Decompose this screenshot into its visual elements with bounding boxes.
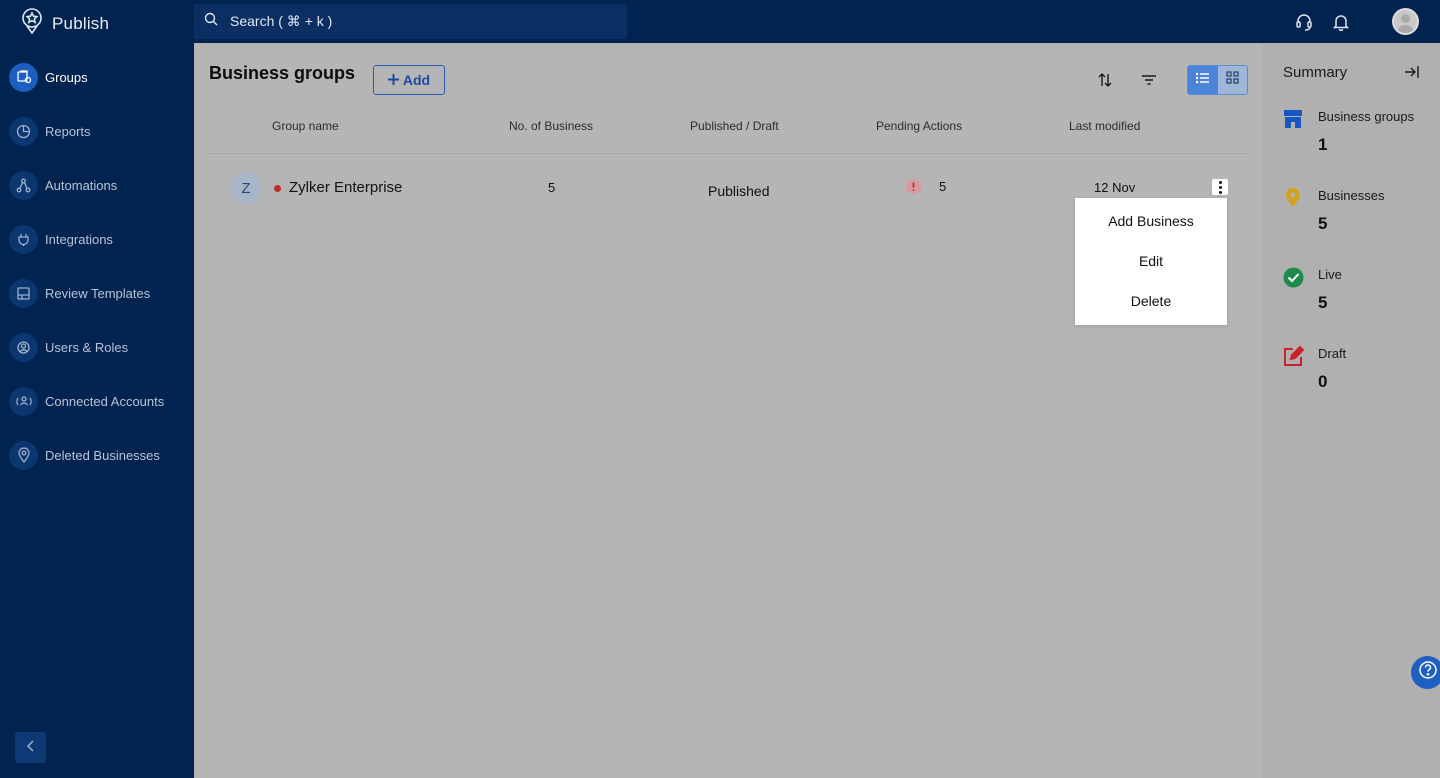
- help-question-icon: [1418, 660, 1438, 685]
- more-options-icon[interactable]: [1212, 179, 1228, 195]
- sidebar-item-review-templates[interactable]: Review Templates: [0, 273, 194, 313]
- summary-label-live: Live: [1318, 267, 1342, 282]
- deleted-businesses-icon: [9, 440, 38, 470]
- page-title: Business groups: [209, 63, 356, 83]
- top-bar: Publish Search ( ⌘ + k ): [0, 0, 1440, 43]
- search-input[interactable]: Search ( ⌘ + k ): [194, 4, 627, 39]
- grid-icon: [1226, 71, 1239, 89]
- add-button-label: Add: [402, 72, 431, 88]
- search-placeholder: Search ( ⌘ + k ): [230, 13, 333, 29]
- menu-item-edit[interactable]: Edit: [1075, 253, 1227, 269]
- sidebar-item-connected-accounts[interactable]: Connected Accounts: [0, 381, 194, 421]
- status-dot: [274, 185, 281, 192]
- sidebar-item-label: Users & Roles: [45, 339, 129, 355]
- menu-item-delete[interactable]: Delete: [1075, 293, 1227, 309]
- publish-status: Published: [708, 183, 770, 199]
- column-header-no-of-business: No. of Business: [509, 119, 594, 133]
- groups-icon: [9, 62, 38, 92]
- view-toggle: [1187, 65, 1248, 95]
- sidebar-item-users-roles[interactable]: Users & Roles: [0, 327, 194, 367]
- list-view-button[interactable]: [1188, 66, 1218, 94]
- business-count: 5: [548, 180, 556, 195]
- column-header-group-name: Group name: [272, 119, 339, 133]
- collapse-sidebar-button[interactable]: [15, 732, 46, 763]
- app-name: Publish: [52, 13, 110, 33]
- summary-label-businesses: Businesses: [1318, 188, 1385, 203]
- check-circle-icon: [1282, 266, 1304, 288]
- filter-icon[interactable]: [1138, 69, 1160, 91]
- menu-item-add-business[interactable]: Add Business: [1075, 213, 1227, 229]
- column-header-published-draft: Published / Draft: [690, 119, 779, 133]
- pending-count: 5: [939, 179, 947, 194]
- sidebar-item-label: Groups: [45, 69, 88, 85]
- summary-title: Summary: [1283, 64, 1348, 81]
- table-header-divider: [207, 153, 1248, 154]
- column-header-last-modified: Last modified: [1069, 119, 1141, 133]
- list-icon: [1195, 71, 1210, 89]
- last-modified-date: 12 Nov: [1094, 180, 1136, 195]
- sidebar-item-integrations[interactable]: Integrations: [0, 219, 194, 259]
- group-name[interactable]: Zylker Enterprise: [289, 179, 402, 196]
- summary-label-business-groups: Business groups: [1318, 109, 1415, 124]
- sidebar-item-label: Connected Accounts: [45, 393, 165, 409]
- notification-bell-icon[interactable]: [1330, 11, 1352, 33]
- support-headset-icon[interactable]: [1293, 11, 1315, 33]
- edit-square-icon: [1282, 345, 1304, 367]
- connected-accounts-icon: [9, 386, 38, 416]
- group-initial-avatar: Z: [230, 172, 262, 204]
- sidebar-item-label: Review Templates: [45, 285, 151, 301]
- grid-view-button[interactable]: [1217, 66, 1247, 94]
- summary-value-business-groups: 1: [1318, 135, 1328, 154]
- user-avatar[interactable]: [1392, 8, 1419, 35]
- sidebar: Groups Reports Automations Integrations …: [0, 43, 194, 778]
- plus-icon: [387, 72, 399, 88]
- sidebar-item-deleted-businesses[interactable]: Deleted Businesses: [0, 435, 194, 475]
- sidebar-item-groups[interactable]: Groups: [0, 57, 194, 97]
- main-content: Business groups Add Group name No. of Bu…: [194, 43, 1262, 778]
- help-button[interactable]: [1411, 656, 1440, 689]
- users-roles-icon: [9, 332, 38, 362]
- summary-value-draft: 0: [1318, 372, 1328, 391]
- integrations-icon: [9, 224, 38, 254]
- sidebar-item-label: Deleted Businesses: [45, 447, 160, 463]
- collapse-panel-icon[interactable]: [1403, 63, 1421, 81]
- sidebar-item-label: Integrations: [45, 231, 113, 247]
- publish-logo-icon: [20, 7, 44, 40]
- automations-icon: [9, 170, 38, 200]
- sidebar-item-label: Reports: [45, 123, 91, 139]
- summary-value-businesses: 5: [1318, 214, 1328, 233]
- sidebar-item-reports[interactable]: Reports: [0, 111, 194, 151]
- summary-value-live: 5: [1318, 293, 1328, 312]
- review-templates-icon: [9, 278, 38, 308]
- row-context-menu: Add Business Edit Delete: [1075, 198, 1227, 325]
- location-pin-icon: [1282, 187, 1304, 209]
- sidebar-item-automations[interactable]: Automations: [0, 165, 194, 205]
- reports-icon: [9, 116, 38, 146]
- alert-hexagon-icon: [904, 177, 923, 196]
- brand[interactable]: Publish: [20, 7, 109, 40]
- sidebar-item-label: Automations: [45, 177, 118, 193]
- search-icon: [204, 12, 218, 31]
- column-header-pending-actions: Pending Actions: [876, 119, 963, 133]
- add-group-button[interactable]: Add: [373, 65, 445, 95]
- chevron-left-icon: [26, 739, 36, 757]
- store-icon: [1282, 108, 1304, 130]
- summary-label-draft: Draft: [1318, 346, 1347, 361]
- sort-icon[interactable]: [1094, 69, 1116, 91]
